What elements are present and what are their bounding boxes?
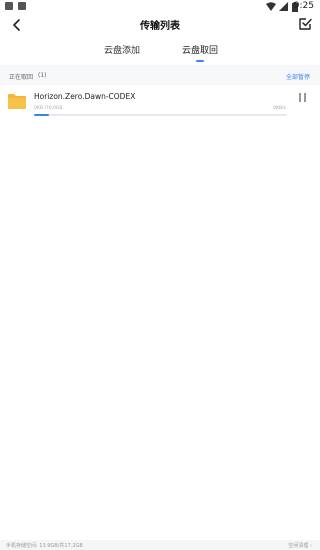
active-tab-indicator — [196, 60, 204, 62]
signal-icon — [279, 2, 288, 11]
notification-icon — [5, 2, 13, 10]
tab-bar: 云盘添加 云盘取回 — [0, 40, 320, 64]
section-title: 正在取回 — [9, 74, 34, 81]
app-bar: 传输列表 — [0, 14, 320, 38]
tab-cloud-add[interactable]: 云盘添加 — [104, 43, 140, 56]
pause-icon — [299, 93, 301, 102]
pause-all-button[interactable]: 全部暂停 — [286, 72, 310, 81]
tab-cloud-retrieve[interactable]: 云盘取回 — [182, 43, 218, 56]
space-cleanup-link[interactable]: 空间清理 › — [288, 542, 312, 549]
storage-footer: 手机存储空间: 13.9GB/共17.2GB 空间清理 › — [0, 540, 320, 550]
multi-select-icon[interactable] — [298, 17, 312, 31]
pause-button[interactable] — [299, 93, 307, 103]
folder-icon — [8, 94, 26, 109]
item-size: 0KB /70.0GB — [34, 106, 63, 111]
notification-icon — [18, 2, 26, 10]
wifi-icon — [266, 2, 276, 11]
item-name: Horizon.Zero.Dawn-CODEX — [34, 92, 136, 101]
status-bar: 9:25 — [0, 0, 320, 14]
page-title: 传输列表 — [140, 21, 180, 32]
progress-fill — [34, 114, 50, 116]
section-header — [0, 65, 320, 85]
pause-icon — [304, 93, 306, 102]
status-time: 9:25 — [293, 1, 314, 11]
item-speed: 0KB/s — [273, 106, 286, 111]
section-count: (1) — [38, 72, 47, 79]
storage-info: 手机存储空间: 13.9GB/共17.2GB — [6, 543, 83, 549]
progress-bar — [34, 114, 287, 116]
download-item[interactable]: Horizon.Zero.Dawn-CODEX 0KB /70.0GB 0KB/… — [0, 86, 320, 122]
